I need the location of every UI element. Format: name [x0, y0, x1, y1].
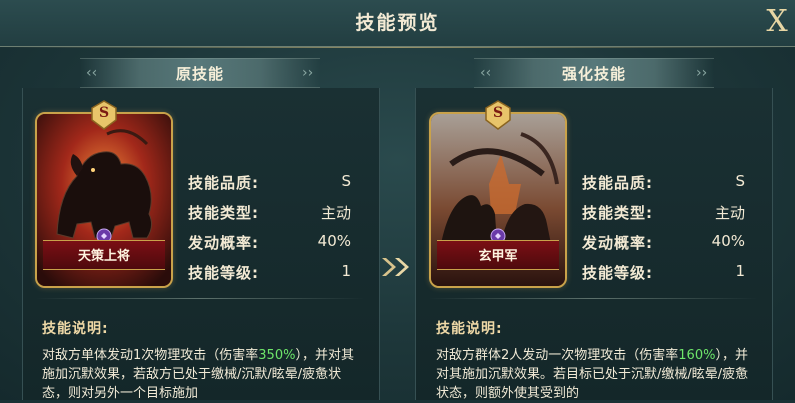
- close-button[interactable]: X: [760, 3, 794, 41]
- chance-value: 40%: [317, 232, 351, 250]
- type-value: 主动: [714, 204, 745, 222]
- original-skill-title: 原技能: [175, 65, 224, 83]
- chevron-right-icon: ››: [696, 65, 708, 81]
- type-label: 技能类型:: [188, 204, 259, 222]
- type-value: 主动: [320, 204, 351, 222]
- card-name: 玄甲军: [478, 249, 518, 264]
- chance-label: 发动概率:: [582, 234, 653, 252]
- quality-label: 技能品质:: [188, 174, 259, 192]
- chevron-right-icon: ››: [302, 65, 314, 81]
- level-label: 技能等级:: [582, 264, 653, 282]
- quality-label: 技能品质:: [582, 174, 653, 192]
- level-value: 1: [341, 262, 351, 280]
- section-divider: [35, 298, 365, 299]
- rank-label: S: [492, 105, 504, 121]
- quality-value: S: [341, 172, 351, 190]
- description-title: 技能说明:: [42, 321, 109, 337]
- card-name: 天策上将: [77, 249, 130, 264]
- level-value: 1: [735, 262, 745, 280]
- original-skill-header: ‹‹ 原技能 ››: [80, 58, 320, 88]
- chance-value: 40%: [711, 232, 745, 250]
- section-divider: [428, 298, 758, 299]
- double-chevron-right-icon: [382, 258, 409, 276]
- damage-rate-highlight: 350%: [258, 348, 296, 363]
- page-title: 技能预览: [355, 12, 440, 34]
- damage-rate-highlight: 160%: [678, 348, 716, 363]
- quality-value: S: [735, 172, 745, 190]
- original-skill-card[interactable]: S 天策上将: [35, 100, 173, 290]
- enhanced-description: 对敌方群体2人发动一次物理攻击（伤害率160%），并对其施加沉默效果。若目标已处…: [436, 346, 756, 403]
- level-label: 技能等级:: [188, 264, 259, 282]
- description-title: 技能说明:: [436, 321, 503, 337]
- description-text: 对敌方群体2人发动一次物理攻击（伤害率: [436, 348, 679, 363]
- chance-label: 发动概率:: [188, 234, 259, 252]
- original-description: 对敌方单体发动1次物理攻击（伤害率350%），并对其施加沉默效果，若敌方已处于缴…: [42, 346, 362, 403]
- type-label: 技能类型:: [582, 204, 653, 222]
- description-text: 对敌方单体发动1次物理攻击（伤害率: [42, 348, 259, 363]
- enhanced-skill-title: 强化技能: [561, 65, 626, 83]
- enhanced-skill-card[interactable]: S 玄甲军: [429, 100, 567, 290]
- header-divider: [0, 47, 795, 48]
- rank-label: S: [98, 105, 110, 121]
- enhanced-skill-header: ‹‹ 强化技能 ››: [474, 58, 714, 88]
